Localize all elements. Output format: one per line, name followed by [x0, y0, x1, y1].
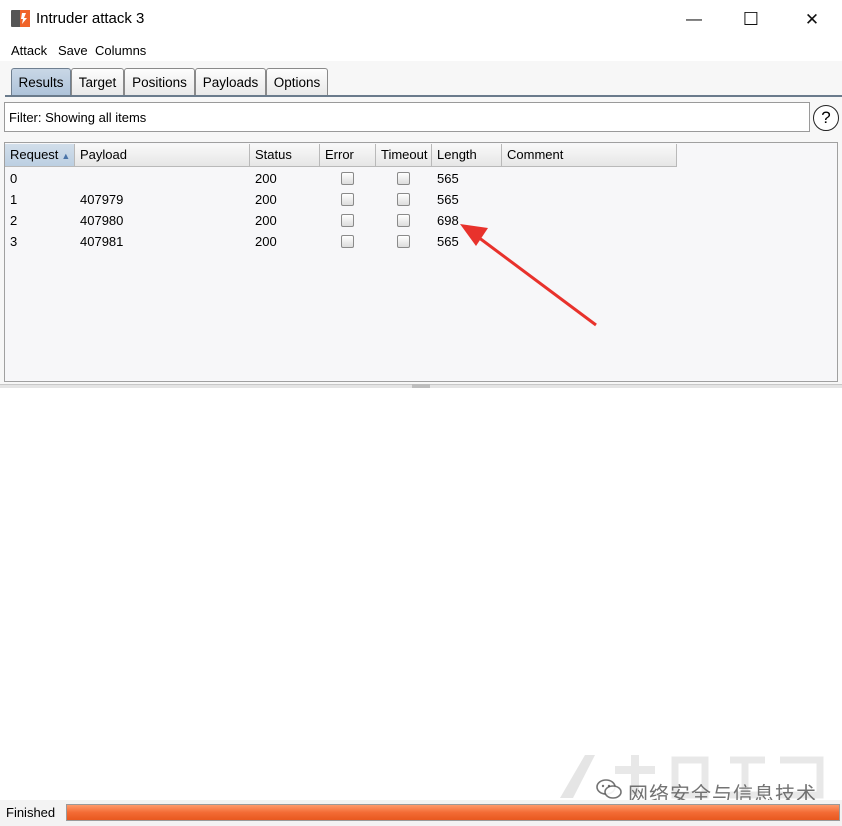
column-label: Length — [437, 147, 477, 162]
cell-status: 200 — [255, 234, 277, 249]
close-icon: ✕ — [804, 9, 820, 29]
column-label: Error — [325, 147, 354, 162]
column-label: Request — [10, 147, 59, 162]
column-label: Status — [255, 147, 292, 162]
cell-request: 2 — [10, 213, 18, 228]
minimize-button[interactable]: — — [666, 0, 722, 39]
annotation-arrow — [460, 224, 597, 327]
column-header-request[interactable]: Request ▲ — [5, 144, 75, 167]
timeout-checkbox[interactable] — [397, 172, 410, 185]
column-header-comment[interactable]: Comment — [502, 144, 677, 167]
progress-bar — [66, 804, 840, 821]
cell-status: 200 — [255, 171, 277, 186]
tab-payloads[interactable]: Payloads — [195, 68, 266, 95]
tab-results[interactable]: Results — [11, 68, 71, 95]
tab-label: Options — [273, 74, 321, 90]
column-label: Payload — [80, 147, 127, 162]
help-icon[interactable]: ? — [813, 105, 839, 131]
column-header-length[interactable]: Length — [432, 144, 502, 167]
status-text: Finished — [6, 805, 56, 820]
window-title: Intruder attack 3 — [36, 10, 145, 27]
wechat-icon — [596, 779, 622, 799]
cell-payload: 407980 — [80, 213, 124, 228]
error-checkbox[interactable] — [341, 235, 354, 248]
cell-payload: 407981 — [80, 234, 124, 249]
close-button[interactable]: ✕ — [784, 0, 840, 39]
cell-payload: 407979 — [80, 192, 124, 207]
sort-ascending-icon: ▲ — [61, 151, 71, 161]
tab-label: Target — [78, 74, 117, 90]
timeout-checkbox[interactable] — [397, 214, 410, 227]
menu-columns[interactable]: Columns — [95, 43, 146, 58]
timeout-checkbox[interactable] — [397, 193, 410, 206]
column-header-payload[interactable]: Payload — [75, 144, 250, 167]
tab-label: Payloads — [202, 74, 259, 90]
tab-positions[interactable]: Positions — [124, 68, 195, 95]
menu-attack[interactable]: Attack — [11, 43, 47, 58]
column-header-status[interactable]: Status — [250, 144, 320, 167]
title-bar: Intruder attack 3 — ☐ ✕ — [0, 0, 842, 39]
error-checkbox[interactable] — [341, 214, 354, 227]
column-label: Comment — [507, 147, 564, 162]
maximize-icon: ☐ — [742, 9, 760, 29]
minimize-icon: — — [686, 10, 702, 28]
burp-suite-icon — [11, 10, 30, 27]
cell-length: 565 — [437, 192, 459, 207]
progress-fill — [67, 805, 839, 820]
maximize-button[interactable]: ☐ — [723, 0, 779, 39]
cell-request: 1 — [10, 192, 18, 207]
tab-label: Results — [18, 74, 64, 90]
cell-request: 0 — [10, 171, 18, 186]
error-checkbox[interactable] — [341, 193, 354, 206]
menu-save[interactable]: Save — [58, 43, 88, 58]
column-header-error[interactable]: Error — [320, 144, 376, 167]
question-mark: ? — [821, 108, 831, 127]
timeout-checkbox[interactable] — [397, 235, 410, 248]
tab-options[interactable]: Options — [266, 68, 328, 95]
cell-status: 200 — [255, 213, 277, 228]
menu-bar: Attack Save Columns — [0, 39, 842, 61]
tab-target[interactable]: Target — [71, 68, 124, 95]
cell-request: 3 — [10, 234, 18, 249]
column-header-timeout[interactable]: Timeout — [376, 144, 432, 167]
tab-bar: Results Target Positions Payloads Option… — [0, 61, 842, 97]
cell-status: 200 — [255, 192, 277, 207]
detail-pane — [0, 388, 842, 800]
filter-label: Filter: Showing all items — [9, 110, 147, 125]
cell-length: 565 — [437, 171, 459, 186]
column-label: Timeout — [381, 147, 428, 162]
tab-label: Positions — [132, 74, 187, 90]
arrow-shaft — [477, 235, 597, 327]
error-checkbox[interactable] — [341, 172, 354, 185]
